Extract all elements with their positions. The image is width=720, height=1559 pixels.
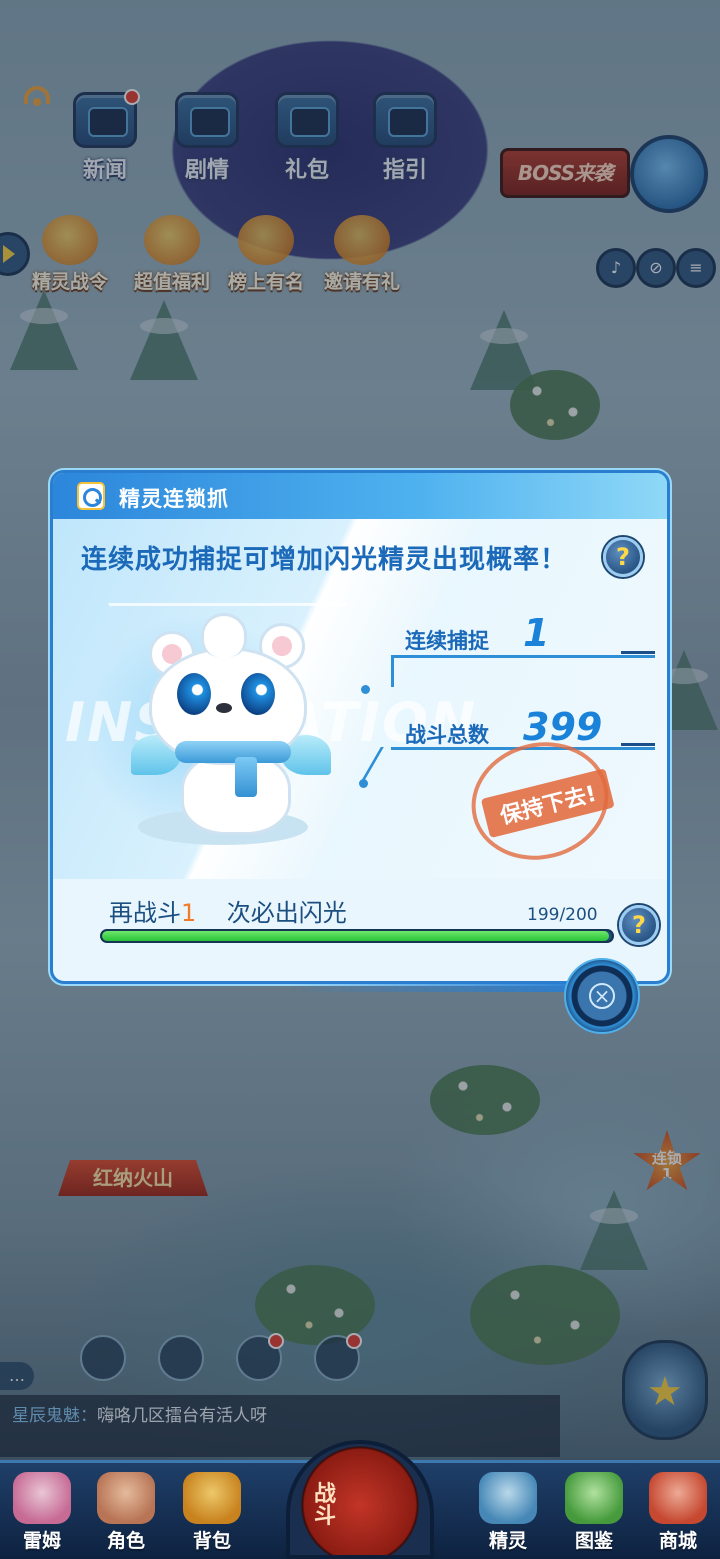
question-icon: ? <box>632 911 646 939</box>
shiny-progress-label: 再战斗1 次必出闪光 <box>109 893 347 928</box>
right-eye <box>241 673 275 715</box>
capture-line <box>391 655 655 658</box>
capture-line-accent <box>621 651 655 654</box>
progress-fill <box>102 931 610 941</box>
close-icon: × <box>589 983 615 1009</box>
question-icon: ? <box>616 543 630 571</box>
dialog-frame: 精灵连锁抓 连续成功捕捉可增加闪光精灵出现概率！ ? INSPIRATION <box>50 470 670 984</box>
nav-backpack-label: 背包 <box>192 1530 231 1552</box>
nose <box>216 703 232 713</box>
progress-bar <box>100 929 614 943</box>
character-icon <box>97 1472 155 1524</box>
codex-icon <box>565 1472 623 1524</box>
progress-suffix: 次必出闪光 <box>226 899 347 927</box>
creature-tuft <box>201 613 247 657</box>
nav-spirit-label: 精灵 <box>488 1530 527 1552</box>
progress-help-button[interactable]: ? <box>619 905 659 945</box>
capture-dot <box>361 685 370 694</box>
backpack-icon <box>183 1472 241 1524</box>
slogan-help-button[interactable]: ? <box>603 537 643 577</box>
dialog-footer-accent <box>290 982 590 992</box>
close-button[interactable]: × <box>564 958 640 1034</box>
dialog-title: 精灵连锁抓 <box>119 487 229 511</box>
fight-label: 战斗 <box>314 1482 337 1529</box>
shop-icon <box>649 1472 707 1524</box>
battles-line-accent <box>621 743 655 746</box>
dialog-header: 精灵连锁抓 <box>53 473 667 519</box>
left-eye <box>177 673 211 715</box>
nav-shop[interactable]: 商城 <box>638 1472 718 1553</box>
scarf <box>175 741 291 763</box>
nav-backpack[interactable]: 背包 <box>172 1472 252 1553</box>
scarf-tail <box>235 757 257 797</box>
nav-leim[interactable]: 雷姆 <box>2 1472 82 1553</box>
nav-character-label: 角色 <box>106 1530 145 1552</box>
nav-character[interactable]: 角色 <box>86 1472 166 1553</box>
progress-count: 199/200 <box>527 905 598 925</box>
chain-capture-dialog: 精灵连锁抓 连续成功捕捉可增加闪光精灵出现概率！ ? INSPIRATION <box>50 470 670 1034</box>
capture-value: 1 <box>523 611 550 655</box>
battles-dot <box>359 779 368 788</box>
nav-spirit[interactable]: 精灵 <box>468 1472 548 1553</box>
nav-shop-label: 商城 <box>658 1530 697 1552</box>
capture-line-leg <box>391 655 394 687</box>
nav-codex[interactable]: 图鉴 <box>554 1472 634 1553</box>
progress-remaining: 1 <box>181 899 197 927</box>
dialog-slogan: 连续成功捕捉可增加闪光精灵出现概率！ <box>81 545 568 575</box>
nav-leim-label: 雷姆 <box>22 1530 61 1552</box>
polar-bear-spirit-image <box>131 613 331 843</box>
magnifier-logo-icon <box>77 482 105 510</box>
stamp-text: 保持下去! <box>480 768 615 839</box>
leim-icon <box>13 1472 71 1524</box>
battles-label: 战斗总数 <box>405 723 489 747</box>
capture-label: 连续捕捉 <box>405 629 489 653</box>
nav-codex-label: 图鉴 <box>574 1530 613 1552</box>
progress-prefix: 再战斗 <box>109 899 181 927</box>
spirit-icon <box>479 1472 537 1524</box>
